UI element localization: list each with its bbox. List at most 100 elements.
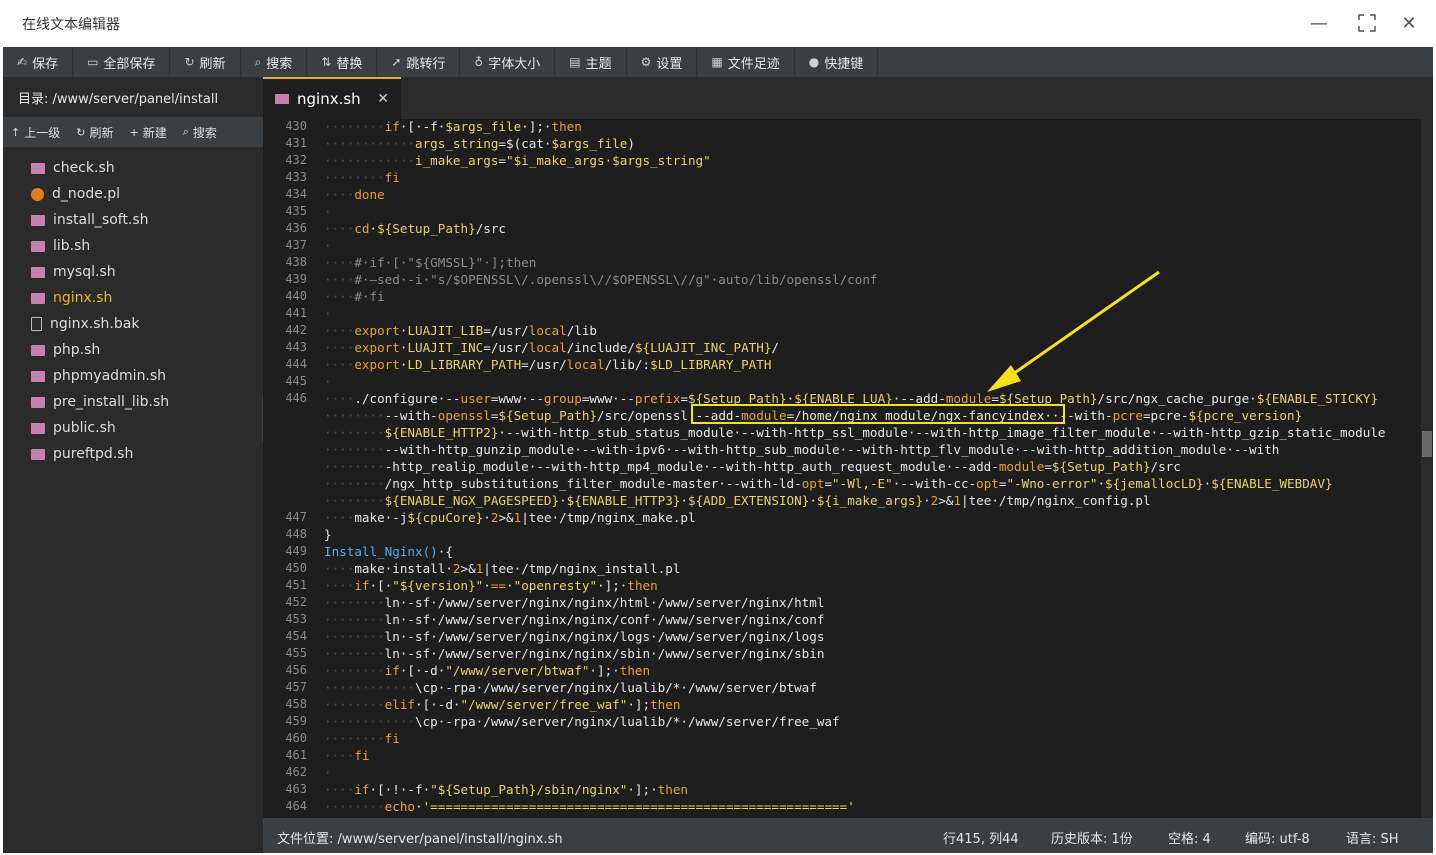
shell-file-icon xyxy=(275,94,289,104)
file-history-icon: ▦ xyxy=(711,55,723,69)
sidebar-tool-label: 上一级 xyxy=(24,125,61,140)
title-bar: 在线文本编辑器 — ✕ xyxy=(0,0,1436,46)
goto-line-icon: ➚ xyxy=(391,55,402,69)
shell-file-icon xyxy=(31,214,45,226)
file-item[interactable]: php.sh xyxy=(3,337,263,363)
file-name: lib.sh xyxy=(53,238,91,254)
toolbar-label: 主题 xyxy=(585,56,612,72)
sidebar-toolbar: ↑ 上一级 ↻ 刷新 + 新建 ⌕ 搜索 xyxy=(3,117,263,147)
toolbar-label: 刷新 xyxy=(199,56,226,72)
file-location: 文件位置: /www/server/panel/install/nginx.sh xyxy=(277,832,563,847)
minimize-icon[interactable]: — xyxy=(1306,10,1332,36)
shell-file-icon xyxy=(31,240,45,252)
shell-file-icon xyxy=(31,292,45,304)
shell-file-icon xyxy=(31,448,45,460)
sidebar-search-icon: ⌕ xyxy=(182,125,189,138)
up-level-button[interactable]: ↑ 上一级 xyxy=(3,124,68,141)
code-editor[interactable]: 430 431 432 433 434 435 436 437 438 439 440 441 442 4… xyxy=(263,119,1433,818)
theme-button[interactable]: ▤ 主题 xyxy=(555,47,627,77)
file-name: mysql.sh xyxy=(53,264,116,280)
search-button[interactable]: ⌕ 搜索 xyxy=(241,47,308,77)
file-item[interactable]: check.sh xyxy=(3,155,263,181)
shell-file-icon xyxy=(31,396,45,408)
file-name: pre_install_lib.sh xyxy=(53,394,170,410)
file-history-button[interactable]: ▦ 文件足迹 xyxy=(697,47,795,77)
sidebar-refresh-button[interactable]: ↻ 刷新 xyxy=(68,124,121,141)
file-name: nginx.sh.bak xyxy=(50,316,140,332)
annotation-arrow-icon xyxy=(987,270,1160,392)
save-all-icon: ▭ xyxy=(87,55,99,69)
tab-label: nginx.sh xyxy=(297,90,361,108)
file-item[interactable]: nginx.sh.bak xyxy=(3,311,263,337)
toolbar-label: 设置 xyxy=(656,56,683,72)
settings-button[interactable]: ⚙ 设置 xyxy=(627,47,698,77)
replace-icon: ⇅ xyxy=(321,55,332,69)
shell-file-icon xyxy=(31,266,45,278)
shell-file-icon xyxy=(31,422,45,434)
indent-setting[interactable]: 空格: 4 xyxy=(1168,828,1211,847)
encoding-setting[interactable]: 编码: utf-8 xyxy=(1245,828,1310,847)
sidebar-refresh-icon: ↻ xyxy=(76,125,86,139)
shortcuts-icon: ● xyxy=(808,55,820,69)
file-name: phpmyadmin.sh xyxy=(53,368,167,384)
replace-button[interactable]: ⇅ 替换 xyxy=(307,47,378,77)
save-button[interactable]: ✍ 保存 xyxy=(3,47,74,77)
file-name: public.sh xyxy=(53,420,116,436)
sidebar-search-button[interactable]: ⌕ 搜索 xyxy=(175,124,225,141)
refresh-icon: ↻ xyxy=(184,55,195,69)
document-icon xyxy=(31,317,42,331)
sidebar-tool-label: 搜索 xyxy=(192,125,217,140)
file-item[interactable]: public.sh xyxy=(3,415,263,441)
goto-line-button[interactable]: ➚ 跳转行 xyxy=(377,47,461,77)
file-item[interactable]: pre_install_lib.sh xyxy=(3,389,263,415)
file-item[interactable]: mysql.sh xyxy=(3,259,263,285)
sidebar-tool-label: 刷新 xyxy=(89,125,114,140)
language-setting[interactable]: 语言: SH xyxy=(1346,828,1399,847)
tab-nginx-sh[interactable]: nginx.sh ✕ xyxy=(263,77,401,119)
file-item[interactable]: install_soft.sh xyxy=(3,207,263,233)
toolbar-label: 跳转行 xyxy=(406,56,446,72)
file-item[interactable]: nginx.sh xyxy=(3,285,263,311)
close-window-icon[interactable]: ✕ xyxy=(1396,10,1422,36)
file-item[interactable]: pureftpd.sh xyxy=(3,441,263,467)
file-name: install_soft.sh xyxy=(53,212,149,228)
scrollbar-thumb[interactable] xyxy=(1422,431,1432,457)
status-bar: 文件位置: /www/server/panel/install/nginx.sh… xyxy=(263,818,1433,853)
toolbar-label: 搜索 xyxy=(266,56,293,72)
search-icon: ⌕ xyxy=(254,54,262,69)
toolbar-label: 字体大小 xyxy=(488,56,541,72)
font-size-icon: ♁ xyxy=(474,55,484,69)
new-file-icon: + xyxy=(129,125,139,139)
file-name: pureftpd.sh xyxy=(53,446,134,462)
file-item[interactable]: lib.sh xyxy=(3,233,263,259)
theme-icon: ▤ xyxy=(569,55,581,69)
editor-window: 在线文本编辑器 — ✕ ✍ 保存 ▭ 全部保存 ↻ 刷新 ⌕ 搜索 ⇅ 替换 ➚ 跳转行 ♁ 字体大小 ▤ 主… xyxy=(0,0,1436,855)
shell-file-icon xyxy=(31,344,45,356)
window-title: 在线文本编辑器 xyxy=(22,17,120,33)
toolbar-label: 保存 xyxy=(32,56,59,72)
shell-file-icon xyxy=(31,162,45,174)
refresh-button[interactable]: ↻ 刷新 xyxy=(170,47,241,77)
history-versions[interactable]: 历史版本: 1份 xyxy=(1051,828,1133,847)
file-item[interactable]: d_node.pl xyxy=(3,181,263,207)
sidebar-tool-label: 新建 xyxy=(142,125,167,140)
save-all-button[interactable]: ▭ 全部保存 xyxy=(73,47,171,77)
maximize-icon[interactable] xyxy=(1354,10,1380,36)
perl-file-icon xyxy=(31,187,44,201)
shortcuts-button[interactable]: ● 快捷键 xyxy=(795,47,879,77)
new-file-button[interactable]: + 新建 xyxy=(121,124,174,141)
close-tab-icon[interactable]: ✕ xyxy=(377,91,389,107)
toolbar-label: 替换 xyxy=(336,56,363,72)
file-sidebar: 目录: /www/server/panel/install ↑ 上一级 ↻ 刷新 + 新建… xyxy=(3,77,263,853)
font-size-button[interactable]: ♁ 字体大小 xyxy=(460,47,556,77)
up-level-icon: ↑ xyxy=(11,125,21,139)
vertical-scrollbar[interactable] xyxy=(1421,119,1433,818)
file-name: nginx.sh xyxy=(53,290,113,306)
file-item[interactable]: phpmyadmin.sh xyxy=(3,363,263,389)
tab-bar: nginx.sh ✕ xyxy=(263,77,1433,119)
toolbar-label: 快捷键 xyxy=(824,56,864,72)
shell-file-icon xyxy=(31,370,45,382)
file-name: php.sh xyxy=(53,342,101,358)
main-toolbar: ✍ 保存 ▭ 全部保存 ↻ 刷新 ⌕ 搜索 ⇅ 替换 ➚ 跳转行 ♁ 字体大小 ▤ 主题 ⚙ 设置 ▦ 文件足迹 ● 快捷… xyxy=(3,47,1433,77)
cursor-position[interactable]: 行415, 列44 xyxy=(943,828,1019,847)
